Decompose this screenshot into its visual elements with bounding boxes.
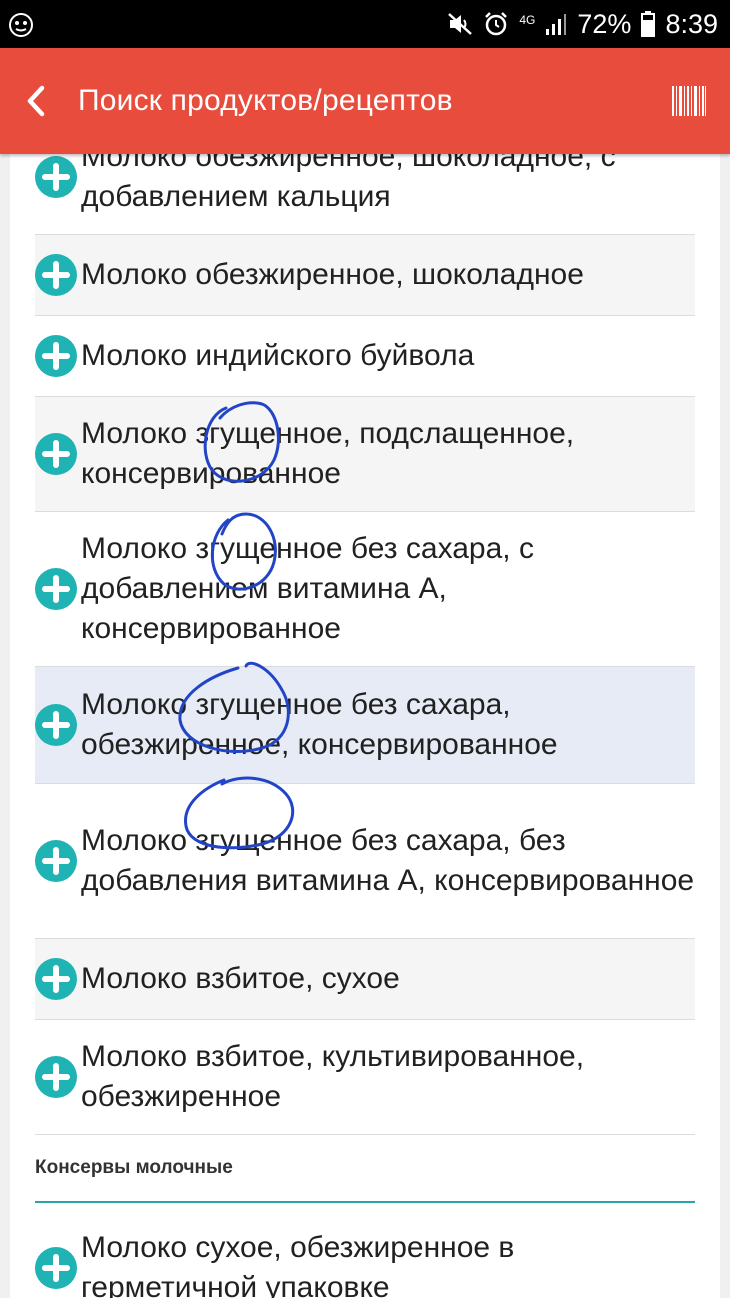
add-plus-icon[interactable] bbox=[35, 1247, 77, 1289]
add-plus-icon[interactable] bbox=[35, 254, 77, 296]
battery-percent: 72% bbox=[577, 8, 632, 39]
list-item[interactable]: Молоко згущенное без сахара, с добавлени… bbox=[35, 512, 695, 667]
app-bar: Поиск продуктов/рецептов bbox=[0, 48, 730, 154]
add-plus-icon[interactable] bbox=[35, 335, 77, 377]
list-item-label: Молоко згущенное без сахара, без добавле… bbox=[81, 824, 695, 897]
list-item[interactable]: Молоко обезжиренное, шоколадное bbox=[35, 235, 695, 316]
section-header: Консервы молочные bbox=[35, 1135, 695, 1203]
list-item-label: Молоко згущенное без сахара, с добавлени… bbox=[81, 532, 534, 645]
list-item-label: Молоко обезжиренное, шоколадное, с добав… bbox=[81, 154, 616, 213]
list-item-label: Молоко згущенное, подслащенное, консерви… bbox=[81, 417, 575, 490]
back-arrow-icon[interactable] bbox=[22, 84, 52, 118]
mute-icon bbox=[448, 13, 473, 35]
product-list: Молоко обезжиренное, шоколадное, с добав… bbox=[35, 154, 695, 1298]
list-item[interactable]: Молоко индийского буйвола bbox=[35, 316, 695, 397]
add-plus-icon[interactable] bbox=[35, 433, 77, 475]
product-list-container[interactable]: Молоко обезжиренное, шоколадное, с добав… bbox=[0, 154, 730, 1298]
alarm-icon bbox=[485, 12, 508, 36]
list-item[interactable]: Молоко обезжиренное, шоколадное, с добав… bbox=[35, 154, 695, 235]
page-title: Поиск продуктов/рецептов bbox=[78, 84, 453, 117]
list-item-label: Молоко обезжиренное, шоколадное bbox=[81, 258, 584, 291]
network-type-label: 4G bbox=[519, 13, 536, 27]
list-item[interactable]: Молоко згущенное без сахара, без добавле… bbox=[35, 784, 695, 939]
list-item-label: Молоко взбитое, культивированное, обезжи… bbox=[81, 1040, 585, 1113]
list-item-selected[interactable]: Молоко згущенное без сахара, обезжиренно… bbox=[35, 667, 695, 784]
add-plus-icon[interactable] bbox=[35, 840, 77, 882]
list-item-label: Молоко згущенное без сахара, обезжиренно… bbox=[81, 688, 558, 761]
list-item[interactable]: Молоко взбитое, сухое bbox=[35, 939, 695, 1020]
list-item[interactable]: Молоко взбитое, культивированное, обезжи… bbox=[35, 1020, 695, 1135]
clock: 8:39 bbox=[665, 8, 718, 39]
list-item-label: Молоко сухое, обезжиренное в герметичной… bbox=[81, 1231, 515, 1298]
barcode-scan-icon[interactable] bbox=[672, 84, 706, 118]
list-item-label: Молоко индийского буйвола bbox=[81, 339, 475, 372]
add-plus-icon[interactable] bbox=[35, 1056, 77, 1098]
add-plus-icon[interactable] bbox=[35, 704, 77, 746]
battery-icon bbox=[641, 11, 656, 37]
add-plus-icon[interactable] bbox=[35, 156, 77, 198]
add-plus-icon[interactable] bbox=[35, 568, 77, 610]
app-notification-icon bbox=[9, 13, 33, 37]
status-bar: 4G 72% 8:39 bbox=[0, 0, 730, 48]
list-item-label: Молоко взбитое, сухое bbox=[81, 962, 400, 995]
signal-icon bbox=[546, 14, 567, 35]
list-item[interactable]: Молоко сухое, обезжиренное в герметичной… bbox=[35, 1211, 695, 1298]
list-item[interactable]: Молоко згущенное, подслащенное, консерви… bbox=[35, 397, 695, 512]
add-plus-icon[interactable] bbox=[35, 958, 77, 1000]
